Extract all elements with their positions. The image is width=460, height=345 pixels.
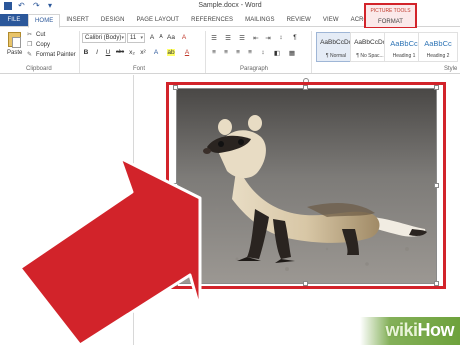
- watermark-how: How: [417, 320, 455, 340]
- wikihow-watermark: wikiHow: [385, 320, 454, 341]
- watermark-wiki: wiki: [385, 320, 418, 340]
- red-arrow-annotation: [18, 156, 202, 345]
